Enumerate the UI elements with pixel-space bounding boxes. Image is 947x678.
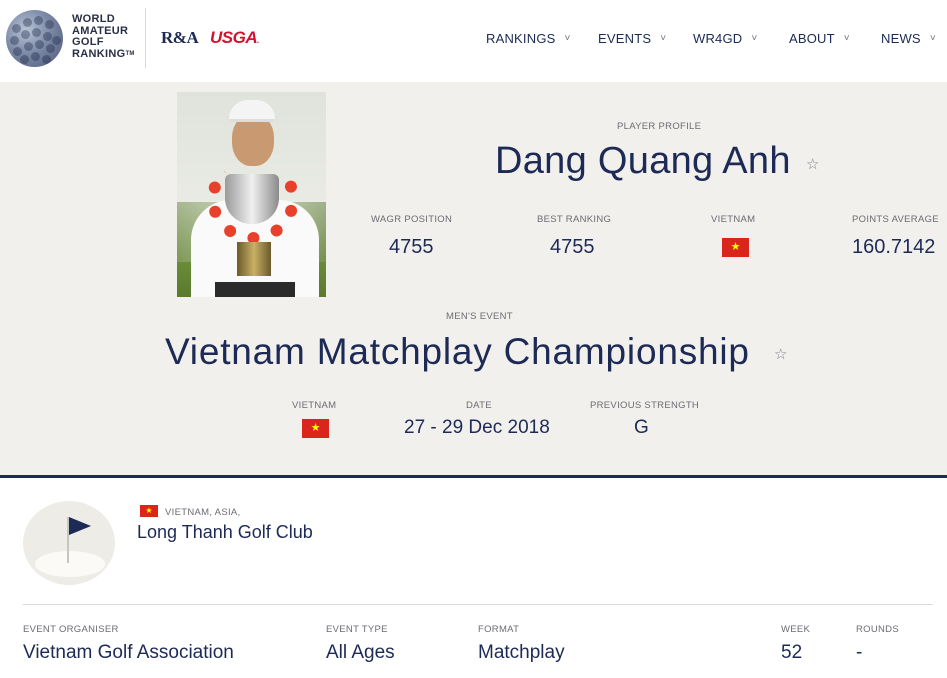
best-ranking-value: 4755: [550, 236, 595, 258]
favorite-event-star-icon[interactable]: ☆: [774, 345, 787, 363]
venue-location: VIETNAM, ASIA,: [165, 507, 241, 518]
points-average-label: POINTS AVERAGE: [852, 214, 939, 225]
format-label: FORMAT: [478, 624, 520, 635]
event-date-value: 27 - 29 Dec 2018: [404, 417, 550, 438]
chevron-down-icon: ˅: [660, 33, 667, 44]
best-ranking-label: BEST RANKING: [537, 214, 612, 225]
player-photo: [177, 92, 326, 297]
event-title: Vietnam Matchplay Championship: [165, 331, 750, 372]
vietnam-flag-icon: [722, 238, 749, 257]
previous-strength-label: PREVIOUS STRENGTH: [590, 400, 700, 411]
chevron-down-icon: ˅: [929, 33, 936, 44]
chevron-down-icon: ˅: [751, 33, 758, 44]
wagr-position-value: 4755: [389, 236, 434, 258]
event-type-value: All Ages: [326, 642, 395, 663]
points-average-value: 160.7142: [852, 236, 936, 258]
event-type-label: EVENT TYPE: [326, 624, 388, 635]
chevron-down-icon: ˅: [843, 33, 850, 44]
event-category-label: MEN'S EVENT: [446, 311, 513, 322]
venue-club-name[interactable]: Long Thanh Golf Club: [137, 522, 313, 543]
nav-about[interactable]: ABOUT ˅: [789, 31, 850, 46]
chevron-down-icon: ˅: [564, 33, 571, 44]
wagr-position-label: WAGR POSITION: [371, 214, 453, 225]
rounds-value: -: [856, 642, 863, 663]
site-header: WORLD AMATEUR GOLF RANKINGTM R&A USGA. R…: [0, 0, 947, 82]
nav-rankings[interactable]: RANKINGS ˅: [486, 31, 571, 46]
main-nav: RANKINGS ˅ EVENTS ˅ WR4GD ˅ ABOUT ˅ NEWS ˅: [0, 31, 947, 51]
band-bottom-border: [0, 475, 947, 478]
format-value: Matchplay: [478, 642, 565, 663]
player-name: Dang Quang Anh: [495, 140, 791, 182]
nav-news[interactable]: NEWS ˅: [881, 31, 936, 46]
player-country-label: VIETNAM: [711, 214, 756, 225]
vietnam-flag-icon: [140, 505, 158, 517]
week-value: 52: [781, 642, 803, 663]
nav-events[interactable]: EVENTS ˅: [598, 31, 666, 46]
player-profile-label: PLAYER PROFILE: [617, 121, 702, 132]
event-country-label: VIETNAM: [292, 400, 337, 411]
vietnam-flag-icon: [302, 419, 329, 438]
previous-strength-value: G: [634, 417, 649, 438]
event-organiser-label: EVENT ORGANISER: [23, 624, 119, 635]
week-label: WEEK: [781, 624, 811, 635]
nav-wr4gd[interactable]: WR4GD ˅: [693, 31, 757, 46]
details-divider: [23, 604, 933, 605]
event-date-label: DATE: [466, 400, 492, 411]
event-organiser-value: Vietnam Golf Association: [23, 642, 234, 663]
favorite-player-star-icon[interactable]: ☆: [806, 155, 819, 173]
golf-course-flag-icon: [23, 501, 115, 585]
rounds-label: ROUNDS: [856, 624, 899, 635]
